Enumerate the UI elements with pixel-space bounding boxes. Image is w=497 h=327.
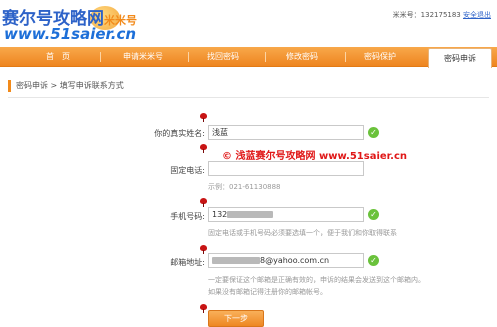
- pin-marker-icon: [200, 304, 207, 313]
- email-hint-1: 一定要保证这个邮箱是正确有效的，申诉的结果会发送到这个邮箱内。: [208, 276, 425, 284]
- phone-hint: 示例：021-61130888: [208, 183, 281, 191]
- email-label: 邮箱地址:: [170, 258, 205, 267]
- pin-marker-icon: [200, 245, 207, 254]
- nav-change-password[interactable]: 修改密码: [272, 47, 332, 67]
- logo-url: www.51saier.cn: [4, 25, 137, 43]
- mobile-hint: 固定电话或手机号码必须要选填一个，便于我们和你取得联系: [208, 229, 397, 237]
- user-bar: 米米号：132175183 安全退出: [393, 10, 491, 20]
- mobile-value-prefix: 132: [212, 210, 228, 219]
- safe-exit-link[interactable]: 安全退出: [463, 11, 491, 19]
- email-hint-2: 如果没有邮箱记得注册你的邮箱帐号。: [208, 288, 327, 296]
- valid-check-icon: ✓: [368, 209, 379, 220]
- phone-label: 固定电话:: [170, 166, 205, 175]
- next-step-button[interactable]: 下一步: [208, 310, 264, 327]
- divider: [8, 97, 489, 98]
- nav-password-appeal[interactable]: 密码申诉: [428, 48, 492, 68]
- nav-divider: [345, 52, 346, 62]
- redacted-mask: [212, 257, 260, 264]
- email-input[interactable]: 8@yahoo.com.cn: [208, 253, 364, 268]
- valid-check-icon: ✓: [368, 255, 379, 266]
- mobile-input[interactable]: 132: [208, 207, 364, 222]
- phone-input[interactable]: [208, 161, 364, 176]
- user-label: 米米号：: [392, 11, 421, 19]
- redacted-mask: [227, 211, 274, 218]
- nav-divider: [188, 52, 189, 62]
- nav-password-protect[interactable]: 密码保护: [350, 47, 410, 67]
- nav-home[interactable]: 首 页: [28, 47, 88, 67]
- nav-recover-password[interactable]: 找回密码: [193, 47, 253, 67]
- nav-divider: [265, 52, 266, 62]
- main-nav: 首 页 申请米米号 找回密码 修改密码 密码保护 密码申诉: [0, 47, 497, 68]
- pin-marker-icon: [200, 144, 207, 153]
- pin-marker-icon: [200, 113, 207, 122]
- pin-marker-icon: [200, 198, 207, 207]
- real-name-input[interactable]: 浅蓝: [208, 125, 364, 140]
- valid-check-icon: ✓: [368, 127, 379, 138]
- breadcrumb: 密码申诉 > 填写申诉联系方式: [8, 80, 124, 92]
- site-header: 赛尔号攻略网米米号 www.51saier.cn 米米号：132175183 安…: [0, 0, 497, 46]
- user-id: 132175183: [420, 11, 461, 19]
- nav-apply-id[interactable]: 申请米米号: [108, 47, 178, 67]
- nav-divider: [100, 52, 101, 62]
- watermark-text: © 浅蓝赛尔号攻略网 www.51saier.cn: [222, 151, 408, 162]
- real-name-label: 你的真实姓名:: [154, 129, 205, 138]
- mobile-label: 手机号码:: [170, 212, 205, 221]
- email-value-suffix: 8@yahoo.com.cn: [260, 256, 330, 265]
